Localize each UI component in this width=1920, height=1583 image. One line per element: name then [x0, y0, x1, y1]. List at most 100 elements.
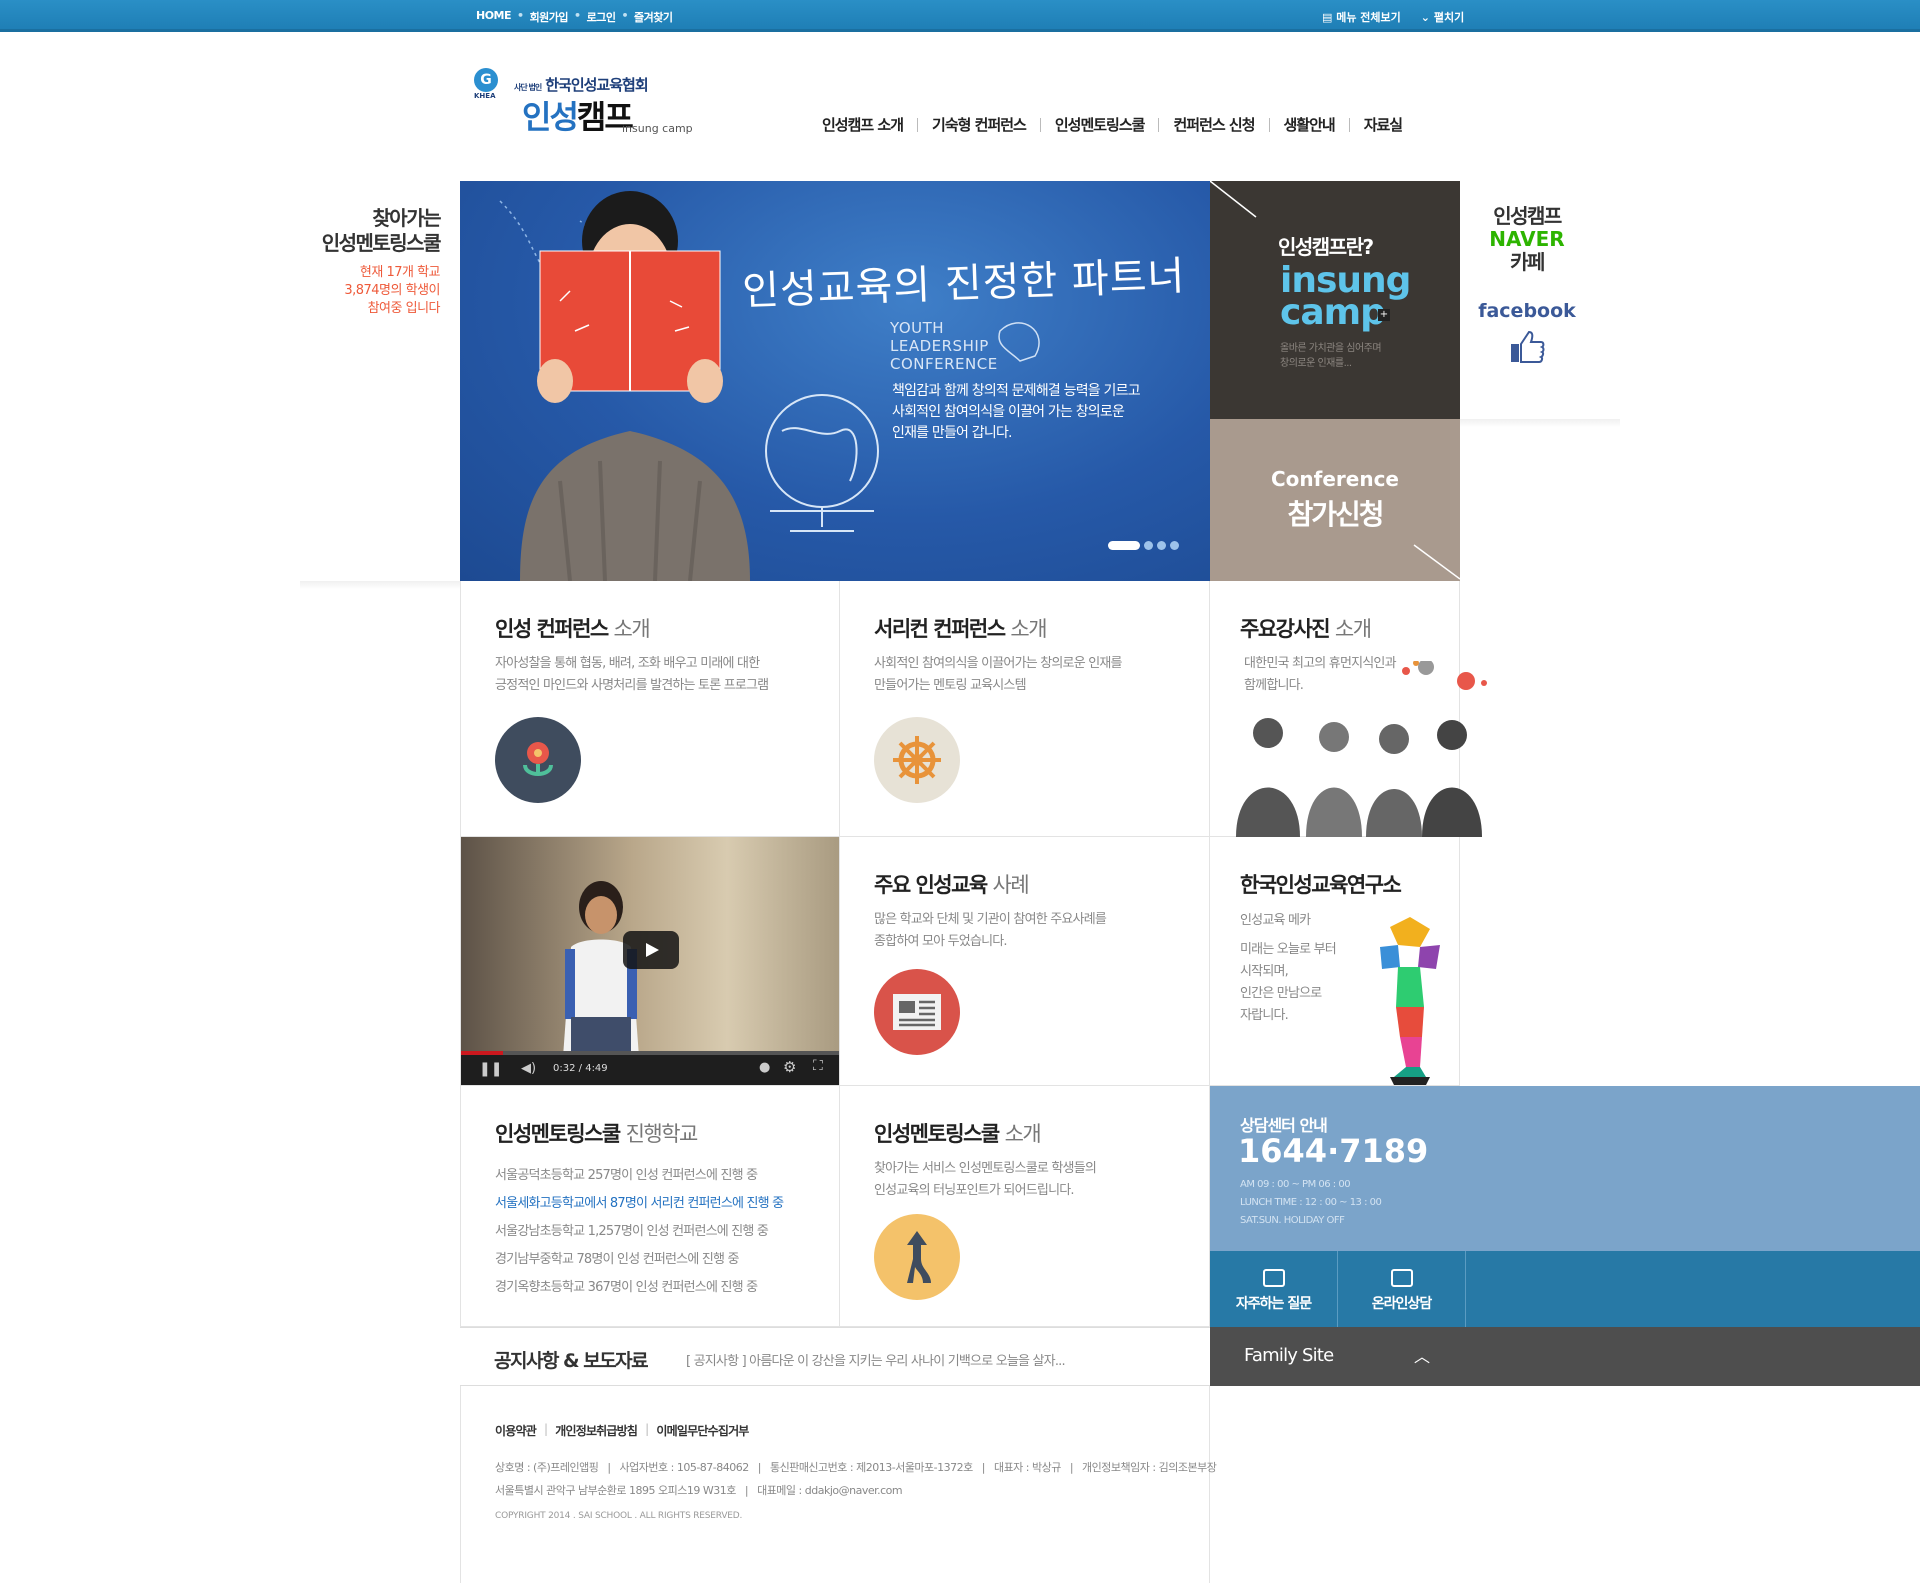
conference-apply-panel[interactable]: Conference 참가신청	[1210, 419, 1460, 581]
faq-button[interactable]: 자주하는 질문	[1210, 1251, 1338, 1327]
slide-dot[interactable]	[1170, 541, 1179, 550]
camp-question: 인성캠프란?	[1278, 235, 1374, 259]
card-title-main: 주요강사진	[1240, 617, 1331, 641]
naver-logo: NAVER	[1489, 227, 1565, 251]
site-logo[interactable]: G KHEA 사단 법인 한국인성교육협회 인성캠프 insung camp	[474, 64, 704, 144]
video-controls: ❚❚ ◀) 0:32 / 4:49 ● ⚙ ⛶	[461, 1051, 839, 1085]
card-title-main: 서리컨 컨퍼런스	[874, 617, 1006, 641]
plus-icon[interactable]: +	[1378, 309, 1390, 321]
card-title-suffix: 소개	[613, 617, 651, 641]
menu-all-button[interactable]: ▤ 메뉴 전체보기	[1322, 9, 1401, 25]
counsel-hours-1: AM 09 : 00 ~ PM 06 : 00	[1240, 1179, 1351, 1190]
card-serikon-conference[interactable]: 서리컨 컨퍼런스 소개 사회적인 참여의식을 이끌어가는 창의로운 인재를 만들어…	[840, 581, 1210, 837]
terms-link[interactable]: 이용약관	[495, 1422, 537, 1439]
utility-links: HOME • 회원가입 • 로그인 • 즐겨찾기	[476, 9, 673, 25]
gear-icon[interactable]: ⚙	[783, 1058, 796, 1076]
mentoring-school-promo[interactable]: 찾아가는 인성멘토링스쿨 현재 17개 학교 3,874명의 학생이 참여중 입…	[270, 206, 442, 318]
card-desc-2: 종합하여 모아 두었습니다.	[874, 934, 1008, 949]
naver-cafe-link[interactable]: 인성캠프 NAVER 카페	[1462, 204, 1592, 274]
promo-title-2: 인성멘토링스쿨	[321, 231, 442, 255]
card-mentoring-schools[interactable]: 인성멘토링스쿨 진행학교 서울공덕초등학교 257명이 인성 컨퍼런스에 진행 …	[460, 1086, 840, 1327]
notice-latest[interactable]: [ 공지사항 ] 아름다운 이 강산을 지키는 우리 사나이 기백으로 오늘을 …	[686, 1350, 1066, 1369]
privacy-link[interactable]: 개인정보취급방침	[555, 1422, 638, 1439]
fullscreen-icon[interactable]: ⛶	[813, 1058, 823, 1074]
card-mentoring-intro[interactable]: 인성멘토링스쿨 소개 찾아가는 서비스 인성멘토링스쿨로 학생들의 인성교육의 터…	[840, 1086, 1210, 1327]
family-site-extension	[1460, 1327, 1920, 1386]
copyright: COPYRIGHT 2014 . SAI SCHOOL . ALL RIGHTS…	[495, 1511, 743, 1521]
join-link[interactable]: 회원가입	[530, 9, 569, 25]
school-item[interactable]: 서울강남초등학교 1,257명이 인성 컨퍼런스에 진행 중	[495, 1218, 783, 1246]
play-button[interactable]	[623, 931, 679, 969]
login-link[interactable]: 로그인	[587, 9, 616, 25]
notice-bar: 공지사항 & 보도자료 [ 공지사항 ] 아름다운 이 강산을 지키는 우리 사…	[460, 1327, 1210, 1386]
info-icon[interactable]: ●	[759, 1060, 770, 1075]
hero-desc-1: 책임감과 함께 창의적 문제해결 능력을 기르고	[892, 383, 1141, 399]
video-time: 0:32 / 4:49	[553, 1063, 608, 1074]
card-instructors[interactable]: 주요강사진 소개 대한민국 최고의 휴먼지식인과 함께합니다.	[1210, 581, 1487, 837]
notice-title[interactable]: 공지사항 & 보도자료	[494, 1346, 649, 1373]
social-links: 인성캠프 NAVER 카페 facebook	[1462, 204, 1592, 370]
school-item[interactable]: 경기옥향초등학교 367명이 인성 컨퍼런스에 진행 중	[495, 1274, 783, 1302]
promo-title-1: 찾아가는	[372, 206, 441, 230]
brand-subtitle: insung camp	[622, 122, 693, 135]
volume-icon[interactable]: ◀)	[521, 1061, 536, 1076]
promo-stat-1: 현재 17개 학교	[359, 265, 441, 280]
counsel-buttons: 자주하는 질문 온라인상담	[1210, 1251, 1920, 1327]
top-utility-bar: HOME • 회원가입 • 로그인 • 즐겨찾기 ▤ 메뉴 전체보기 ⌄ 펼치기	[0, 0, 1920, 32]
email-refuse-link[interactable]: 이메일무단수집거부	[656, 1422, 749, 1439]
card-title: 인성멘토링스쿨 진행학교	[495, 1118, 698, 1148]
slide-dot-active[interactable]	[1108, 541, 1140, 550]
video-player[interactable]: ❚❚ ◀) 0:32 / 4:49 ● ⚙ ⛶	[460, 837, 840, 1086]
nav-item-resources[interactable]: 자료실	[1350, 118, 1416, 133]
card-desc-2: 만들어가는 멘토링 교육시스템	[874, 678, 1027, 693]
home-link[interactable]: HOME	[476, 9, 512, 25]
nav-item-conference-apply[interactable]: 컨퍼런스 신청	[1159, 118, 1270, 133]
company-info-2: 서울특별시 관악구 남부순환로 1895 오피스19 W31호 | 대표메일 :…	[495, 1484, 903, 1497]
video-progress-track[interactable]	[461, 1051, 839, 1055]
card-title-suffix: 소개	[1004, 1122, 1042, 1146]
family-site-label: Family Site	[1244, 1345, 1334, 1366]
divider	[1460, 419, 1620, 427]
brand-part-a: 인성	[522, 98, 579, 136]
school-item[interactable]: 경기남부중학교 78명이 인성 컨퍼런스에 진행 중	[495, 1246, 783, 1274]
counsel-phone[interactable]: 1644·7189	[1238, 1132, 1428, 1170]
card-title-main: 인성 컨퍼런스	[495, 617, 609, 641]
nav-item-camp-intro[interactable]: 인성캠프 소개	[808, 118, 919, 133]
video-progress-fill	[461, 1051, 503, 1055]
card-desc-1: 사회적인 참여의식을 이끌어가는 창의로운 인재를	[874, 656, 1123, 671]
nav-item-life-guide[interactable]: 생활안내	[1270, 118, 1350, 133]
facebook-logo: facebook	[1478, 300, 1576, 322]
card-title-main: 주요 인성교육	[874, 873, 988, 897]
counsel-hours-2: LUNCH TIME : 12 : 00 ~ 13 : 00	[1240, 1197, 1382, 1208]
card-title-suffix: 사례	[992, 873, 1030, 897]
ylc-line-2: LEADERSHIP	[890, 337, 989, 355]
slide-dot[interactable]	[1144, 541, 1153, 550]
institute-desc-2: 시작되며,	[1240, 964, 1289, 979]
ylc-line-3: CONFERENCE	[890, 355, 998, 373]
card-case-studies[interactable]: 주요 인성교육 사례 많은 학교와 단체 및 기관이 참여한 주요사례를 종합하여…	[840, 837, 1210, 1086]
hero-person-illustration	[520, 191, 750, 581]
card-desc-1: 자아성찰을 통해 협동, 배려, 조화 배우고 미래에 대한	[495, 656, 760, 671]
school-item[interactable]: 서울공덕초등학교 257명이 인성 컨퍼런스에 진행 중	[495, 1162, 783, 1190]
facebook-link[interactable]: facebook	[1462, 300, 1592, 370]
nav-item-dorm-conference[interactable]: 기숙형 컨퍼런스	[918, 118, 1041, 133]
insung-camp-panel[interactable]: 인성캠프란? insung camp + 올바른 가치관을 심어주며 창의로운 …	[1210, 181, 1460, 419]
nav-item-mentoring-school[interactable]: 인성멘토링스쿨	[1041, 118, 1160, 133]
slide-dot[interactable]	[1157, 541, 1166, 550]
card-title-main: 인성멘토링스쿨	[495, 1122, 621, 1146]
family-site-select[interactable]: Family Site ︿	[1210, 1327, 1920, 1386]
card-desc: 사회적인 참여의식을 이끌어가는 창의로운 인재를만들어가는 멘토링 교육시스템	[874, 653, 1123, 697]
school-item-highlighted[interactable]: 서울세화고등학교에서 87명이 서리컨 컨퍼런스에 진행 중	[495, 1190, 784, 1218]
footer-links: 이용약관 | 개인정보취급방침 | 이메일무단수집거부	[495, 1422, 749, 1439]
hero-description: 책임감과 함께 창의적 문제해결 능력을 기르고 사회적인 참여의식을 이끌어 …	[892, 381, 1141, 444]
thumbs-up-icon	[1511, 330, 1545, 363]
monitor-icon	[1390, 1269, 1413, 1287]
hero-banner[interactable]: 인성교육의 진정한 파트너 YOUTH LEADERSHIP CONFERENC…	[460, 181, 1210, 581]
card-title: 한국인성교육연구소	[1240, 873, 1402, 897]
pause-icon[interactable]: ❚❚	[479, 1061, 502, 1077]
card-insung-conference[interactable]: 인성 컨퍼런스 소개 자아성찰을 통해 협동, 배려, 조화 배우고 미래에 대…	[460, 581, 840, 837]
bookmark-link[interactable]: 즐겨찾기	[634, 9, 673, 25]
expand-button[interactable]: ⌄ 펼치기	[1421, 9, 1464, 25]
card-research-institute[interactable]: 한국인성교육연구소 인성교육 메카 미래는 오늘로 부터 시작되며, 인간은 만…	[1210, 837, 1460, 1086]
online-counsel-button[interactable]: 온라인상담	[1338, 1251, 1466, 1327]
